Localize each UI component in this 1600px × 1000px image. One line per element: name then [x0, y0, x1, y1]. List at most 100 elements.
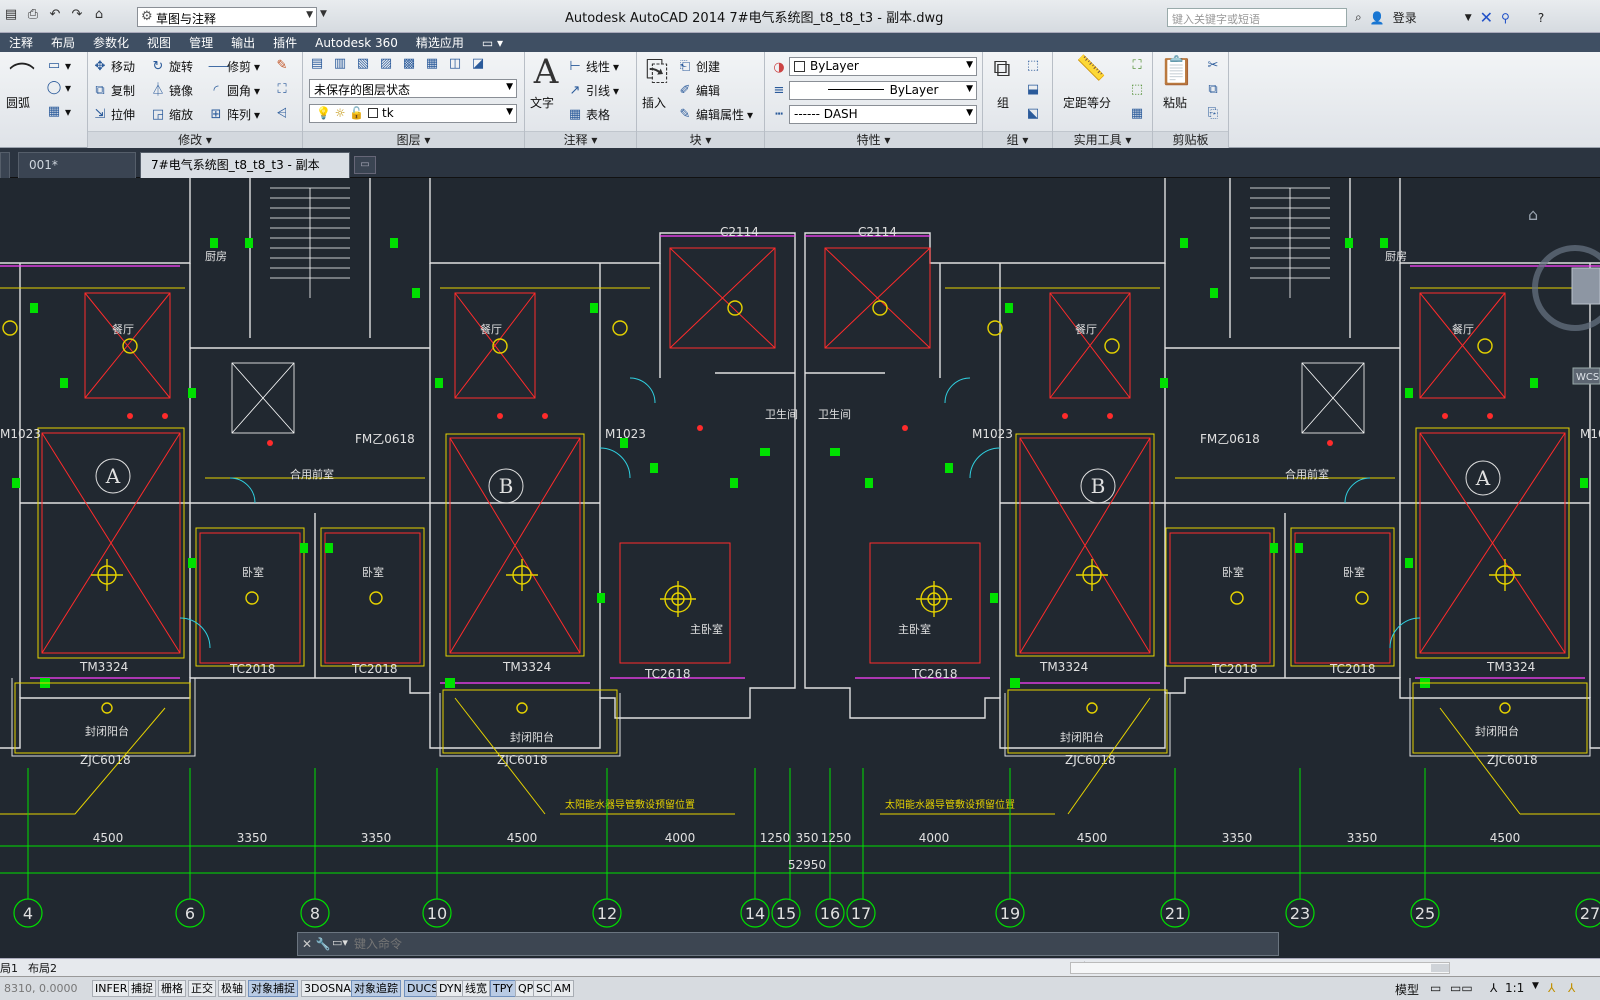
- insert-block-icon[interactable]: ⎘: [639, 54, 675, 88]
- auto-scale-icon[interactable]: ⅄: [1568, 981, 1575, 995]
- command-prompt-icon[interactable]: ▭▾: [332, 936, 348, 949]
- paste-special-icon[interactable]: ⎘: [1205, 106, 1221, 122]
- chevron-down-icon[interactable]: ▼: [1532, 981, 1539, 991]
- paste-icon[interactable]: 📋: [1159, 54, 1194, 87]
- wcs-label[interactable]: WCS: [1576, 372, 1599, 383]
- login-link[interactable]: 登录: [1393, 9, 1417, 26]
- clipboard-panel-title[interactable]: 剪贴板: [1153, 131, 1228, 148]
- trim-button[interactable]: ⸺ 修剪 ▾: [208, 58, 260, 75]
- text-button[interactable]: 文字: [530, 94, 554, 111]
- toggle-am[interactable]: AM: [551, 980, 575, 997]
- erase-button[interactable]: ✎: [274, 58, 290, 74]
- layer-lock-icon[interactable]: ▦: [424, 56, 440, 72]
- copy-button[interactable]: ⧉ 复制: [92, 82, 135, 99]
- print-icon[interactable]: ⎙: [24, 5, 42, 23]
- linetype-select[interactable]: ------ DASH ▼: [789, 105, 977, 124]
- rotate-button[interactable]: ↻ 旋转: [150, 58, 193, 75]
- explode-button[interactable]: ⛶: [274, 82, 290, 98]
- help-icon[interactable]: ?: [1538, 11, 1544, 25]
- home-icon[interactable]: ⌂: [1528, 205, 1538, 224]
- arc-button[interactable]: 圆弧: [6, 94, 30, 111]
- workspace-select[interactable]: ⚙ 草图与注释 ▼: [137, 7, 317, 27]
- layer-off-icon[interactable]: ▨: [378, 56, 394, 72]
- scrollbar-thumb[interactable]: [1431, 964, 1449, 972]
- hatch-button[interactable]: ▦ ▾: [46, 104, 71, 120]
- ellipse-button[interactable]: ◯ ▾: [46, 80, 71, 96]
- tab-featured-apps[interactable]: 精选应用: [407, 34, 473, 51]
- layer-state-select[interactable]: 未保存的图层状态 ▼: [309, 79, 517, 98]
- toggle-polar[interactable]: 极轴: [218, 980, 246, 997]
- offset-button[interactable]: ⩤: [274, 106, 290, 122]
- toggle-dyn[interactable]: DYN: [436, 980, 465, 997]
- edit-block-button[interactable]: ✐ 编辑: [677, 82, 720, 99]
- command-input[interactable]: [354, 935, 1254, 953]
- tab-plugins[interactable]: 插件: [264, 34, 306, 51]
- modify-panel-title[interactable]: 修改 ▾: [88, 131, 302, 148]
- search-input[interactable]: 键入关键字或短语: [1167, 8, 1347, 27]
- doc-tab-active[interactable]: 7#电气系统图_t8_t8_t3 - 副本*✕: [140, 152, 350, 196]
- tab-manage[interactable]: 管理: [180, 34, 222, 51]
- match-properties-icon[interactable]: ◑: [771, 60, 787, 76]
- text-icon[interactable]: A: [529, 52, 563, 92]
- toggle-infer[interactable]: INFER: [92, 980, 131, 997]
- a360-icon[interactable]: ⚲: [1501, 11, 1510, 25]
- select-all-icon[interactable]: ⬚: [1129, 82, 1145, 98]
- toggle-ortho[interactable]: 正交: [188, 980, 216, 997]
- create-block-button[interactable]: ⎗ 创建: [677, 58, 720, 75]
- group-panel-title[interactable]: 组 ▾: [983, 131, 1052, 148]
- stretch-button[interactable]: ⇲ 拉伸: [92, 106, 135, 123]
- quick-select-icon[interactable]: ⛶: [1129, 58, 1145, 74]
- scale-button[interactable]: ◲ 缩放: [150, 106, 193, 123]
- properties-panel-title[interactable]: 特性 ▾: [765, 131, 982, 148]
- annotation-visibility-icon[interactable]: ⅄: [1548, 981, 1555, 995]
- chevron-down-icon[interactable]: ▼: [1465, 13, 1472, 23]
- layer-properties-icon[interactable]: ▤: [309, 56, 325, 72]
- copy-clip-icon[interactable]: ⧉: [1205, 82, 1221, 98]
- ungroup-icon[interactable]: ⬚: [1025, 58, 1041, 74]
- calculator-icon[interactable]: ▦: [1129, 106, 1145, 122]
- measure-button[interactable]: 定距等分: [1063, 94, 1111, 111]
- paste-button[interactable]: 粘贴: [1163, 94, 1187, 111]
- layer-walk-icon[interactable]: ◫: [447, 56, 463, 72]
- layer-match-icon[interactable]: ▥: [332, 56, 348, 72]
- ribbon-toggle-button[interactable]: ▭ ▾: [473, 36, 512, 50]
- toggle-tpy[interactable]: TPY: [490, 980, 516, 997]
- group-edit-icon[interactable]: ⬓: [1025, 82, 1041, 98]
- toggle-otrack[interactable]: 对象追踪: [351, 980, 401, 997]
- command-close-icon[interactable]: ✕ 🔧: [302, 937, 331, 951]
- move-button[interactable]: ✥ 移动: [92, 58, 135, 75]
- insert-button[interactable]: 插入: [642, 94, 666, 111]
- array-button[interactable]: ⊞ 阵列 ▾: [208, 106, 261, 123]
- tab-annotate[interactable]: 注释: [0, 34, 42, 51]
- linear-dimension-button[interactable]: ⊢ 线性 ▾: [567, 58, 619, 75]
- tab-autodesk360[interactable]: Autodesk 360: [306, 36, 407, 50]
- toggle-osnap[interactable]: 对象捕捉: [248, 980, 298, 997]
- layer-merge-icon[interactable]: ◪: [470, 56, 486, 72]
- exchange-icon[interactable]: ✕: [1480, 8, 1493, 27]
- group-select-icon[interactable]: ⬕: [1025, 106, 1041, 122]
- quickview-drawings-icon[interactable]: ▭▭: [1450, 981, 1473, 995]
- toggle-grid[interactable]: 栅格: [158, 980, 186, 997]
- workspace-icon[interactable]: ⌂: [90, 5, 108, 23]
- arc-icon[interactable]: ⌒: [4, 56, 40, 93]
- layer-isolate-icon[interactable]: ▧: [355, 56, 371, 72]
- mirror-button[interactable]: ⏃ 镜像: [150, 82, 193, 99]
- horizontal-scrollbar[interactable]: [1070, 962, 1450, 974]
- fillet-button[interactable]: ◜ 圆角 ▾: [208, 82, 260, 99]
- binoculars-icon[interactable]: ⌕: [1355, 10, 1362, 25]
- user-icon[interactable]: 👤: [1370, 11, 1385, 25]
- measure-icon[interactable]: 📏: [1071, 54, 1111, 82]
- rectangle-button[interactable]: ▭ ▾: [46, 58, 71, 74]
- new-tab-button[interactable]: ▭: [354, 156, 376, 174]
- cut-icon[interactable]: ✂: [1205, 58, 1221, 74]
- tab-parametric[interactable]: 参数化: [84, 34, 138, 51]
- annotation-scale-value[interactable]: 1:1: [1505, 981, 1524, 995]
- lineweight-select[interactable]: ByLayer ▼: [789, 81, 977, 100]
- qat-dropdown-button[interactable]: ▼: [320, 9, 332, 25]
- tab-layout[interactable]: 布局: [42, 34, 84, 51]
- viewcube[interactable]: ⌂ WCS: [1528, 205, 1600, 385]
- annotation-scale-icon[interactable]: ⅄: [1490, 981, 1497, 995]
- drawing-canvas[interactable]: 餐厅 餐厅 餐厅 餐厅 卧室 卧室 卧室 卧室 主卧室 主卧室 卫生间 卫生间 …: [0, 178, 1600, 958]
- redo-icon[interactable]: ↷: [68, 5, 86, 23]
- group-icon[interactable]: ⧉: [987, 54, 1017, 82]
